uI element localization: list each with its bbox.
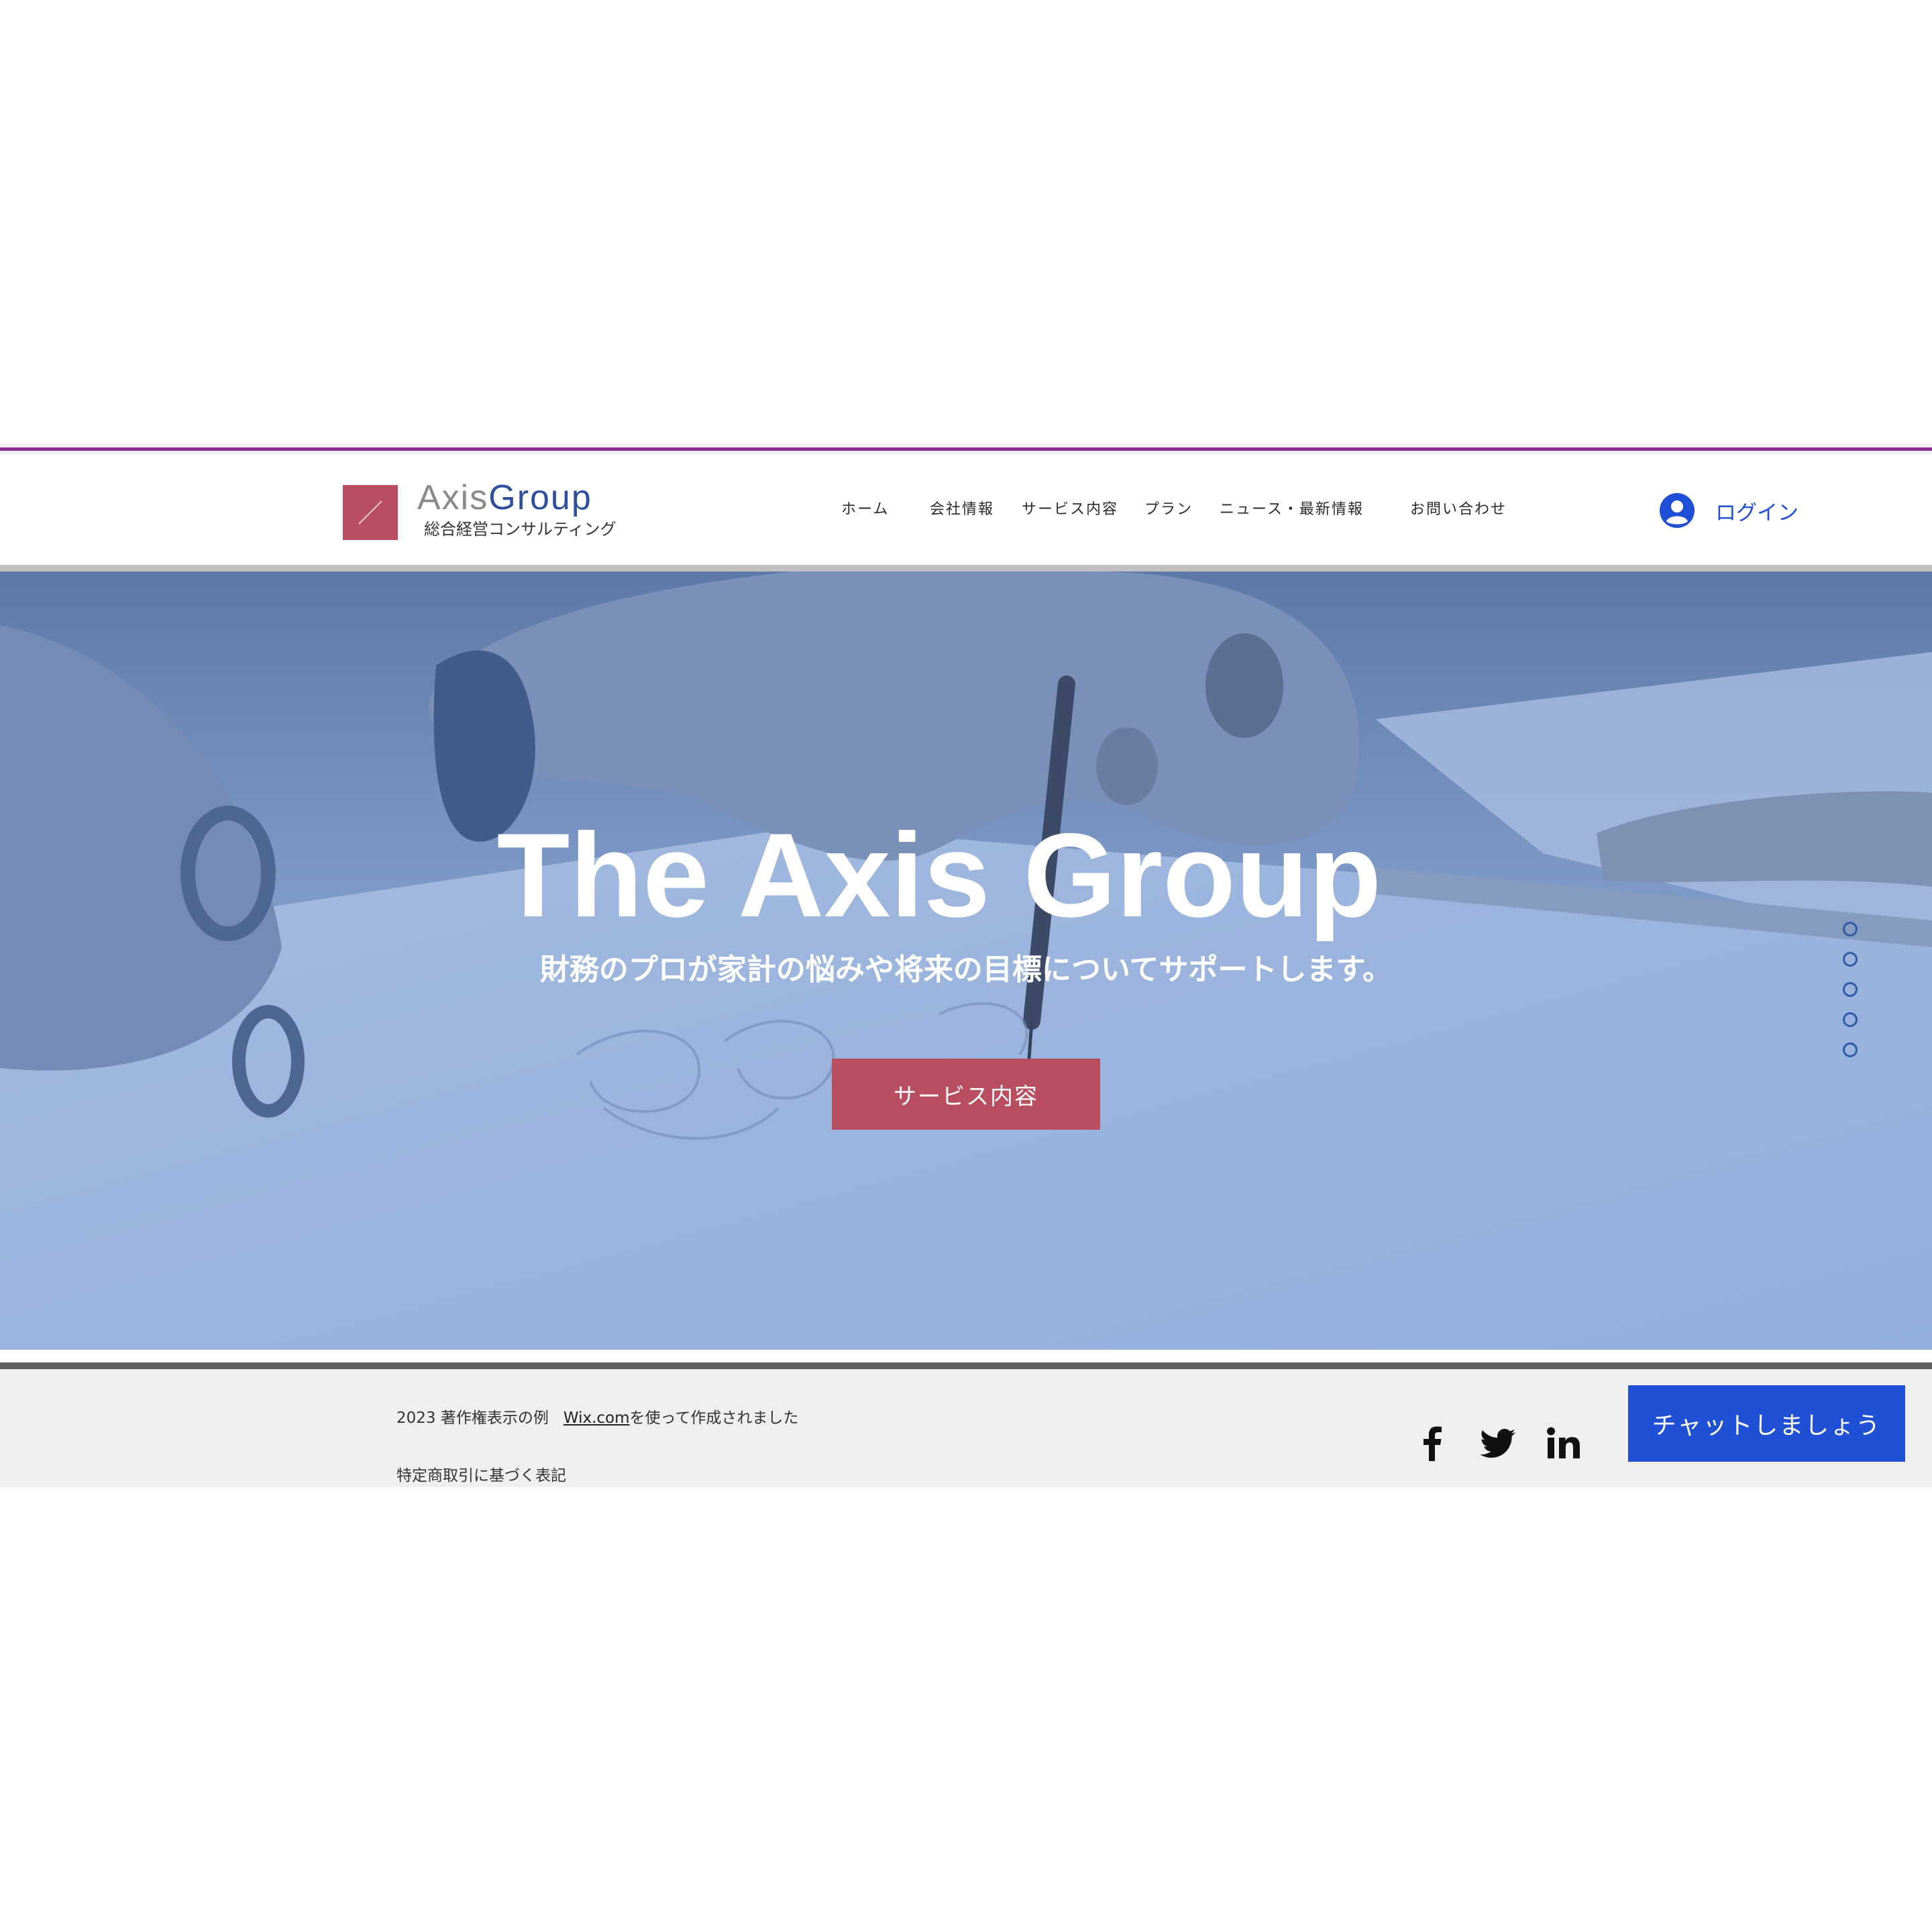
copyright-prefix: 2023 著作権表示の例: [396, 1409, 549, 1427]
facebook-link[interactable]: [1411, 1422, 1454, 1465]
logo-slash-icon: [358, 500, 382, 525]
legal-notice-link[interactable]: 特定商取引に基づく表記: [396, 1466, 566, 1486]
hero-services-button[interactable]: サービス内容: [832, 1059, 1100, 1130]
twitter-icon: [1480, 1429, 1515, 1458]
header-divider: [0, 565, 1932, 572]
linkedin-link[interactable]: [1542, 1422, 1585, 1465]
slide-dot-2[interactable]: [1843, 952, 1858, 967]
wix-link[interactable]: Wix.com: [564, 1409, 630, 1427]
logo-word-axis: Axis: [417, 478, 489, 517]
hero-subtitle: 財務のプロが家計の悩みや将来の目標についてサポートします。: [539, 953, 1393, 987]
login-label: ログイン: [1715, 500, 1799, 525]
nav-item-plans[interactable]: プラン: [1144, 500, 1193, 520]
nav-item-about[interactable]: 会社情報: [930, 500, 994, 520]
user-avatar-icon: [1660, 493, 1695, 528]
logo-word-group: Group: [488, 478, 592, 517]
hero-title: The Axis Group: [0, 815, 1932, 936]
slideshow-pagination: [1843, 922, 1859, 1073]
logo-mark[interactable]: [343, 485, 398, 540]
login-button[interactable]: ログイン: [1659, 490, 1799, 531]
copyright-suffix: を使って作成されました: [629, 1409, 799, 1427]
slide-dot-4[interactable]: [1843, 1012, 1858, 1027]
logo-wordmark[interactable]: AxisGroup: [417, 478, 592, 518]
copyright-text: 2023 著作権表示の例 Wix.comを使って作成されました: [396, 1407, 798, 1429]
footer-divider: [0, 1362, 1932, 1369]
twitter-link[interactable]: [1477, 1422, 1519, 1465]
nav-item-services[interactable]: サービス内容: [1022, 500, 1118, 520]
top-accent-rule: [0, 443, 1932, 454]
facebook-icon: [1424, 1426, 1442, 1461]
nav-item-news[interactable]: ニュース・最新情報: [1220, 500, 1364, 520]
nav-item-contact[interactable]: お問い合わせ: [1410, 500, 1507, 520]
nav-item-home[interactable]: ホーム: [841, 500, 889, 520]
hero-title-text: The Axis Group: [496, 808, 1382, 942]
slide-dot-5[interactable]: [1843, 1042, 1858, 1057]
logo-tagline: 総合経営コンサルティング: [424, 520, 616, 539]
linkedin-icon: [1547, 1427, 1580, 1458]
slide-dot-3[interactable]: [1843, 982, 1858, 997]
chat-button[interactable]: チャットしましょう: [1628, 1385, 1905, 1462]
slide-dot-1[interactable]: [1843, 922, 1858, 936]
